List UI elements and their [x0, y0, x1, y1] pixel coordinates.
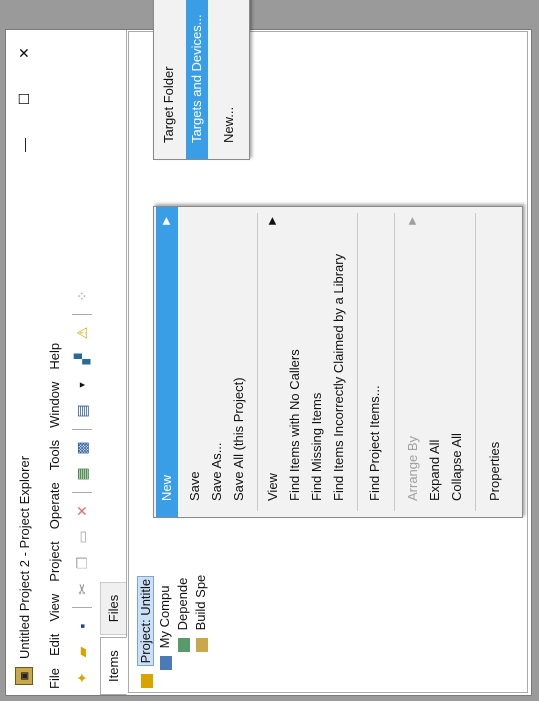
toolbar-separator — [72, 607, 92, 608]
minimize-button[interactable]: — — [16, 122, 32, 168]
context-menu: New ▶ Save Save As... Save All (this Pro… — [153, 206, 523, 518]
menu-window[interactable]: Window — [47, 376, 62, 434]
tree-item-label: Project: Untitle — [137, 575, 154, 667]
toolbar: ✦ ▰ ▪ ✂ ❐ ▭ ✕ ▦ ▩ ▤ ▼ ▞ ⚠ ⁘ — [68, 30, 96, 695]
menu-item-label: Arrange By — [405, 435, 420, 501]
rotated-screen: ▣ Untitled Project 2 - Project Explorer … — [0, 0, 539, 701]
title-bar: ▣ Untitled Project 2 - Project Explorer … — [6, 30, 42, 695]
menu-separator — [357, 213, 358, 511]
view-options-icon[interactable]: ▤ — [71, 400, 93, 422]
tree-item-computer[interactable]: My Compu — [156, 586, 174, 670]
close-button[interactable]: ✕ — [16, 30, 33, 76]
menu-item-save-all[interactable]: Save All (this Project) — [228, 207, 250, 517]
menu-item-find-project-items[interactable]: Find Project Items... — [364, 207, 386, 517]
paste-icon[interactable]: ▭ — [71, 526, 93, 548]
window-title: Untitled Project 2 - Project Explorer — [16, 455, 32, 659]
menu-item-new[interactable]: New ▶ — [156, 207, 178, 517]
menu-operate[interactable]: Operate — [47, 476, 62, 535]
menu-item-properties[interactable]: Properties — [484, 207, 506, 517]
submenu-item-targets-devices[interactable]: Targets and Devices... — [186, 0, 208, 159]
build-icon[interactable]: ▦ — [71, 463, 93, 485]
save-icon[interactable]: ▪ — [71, 615, 93, 637]
dropdown-arrow-icon[interactable]: ▼ — [71, 374, 93, 396]
menu-item-find-incorrect[interactable]: Find Items Incorrectly Claimed by a Libr… — [328, 207, 350, 517]
menu-file[interactable]: File — [47, 662, 62, 695]
maximize-button[interactable]: ☐ — [16, 76, 33, 122]
submenu-item-new[interactable]: New... — [218, 0, 240, 159]
hierarchy-icon[interactable]: ▞ — [71, 348, 93, 370]
toolbar-separator — [72, 429, 92, 430]
new-submenu: Target Folder Targets and Devices... New… — [153, 0, 250, 160]
tree-item-label: My Compu — [157, 585, 172, 649]
menu-view[interactable]: View — [47, 588, 62, 628]
toolbar-separator — [72, 492, 92, 493]
menu-item-find-missing[interactable]: Find Missing Items — [306, 207, 328, 517]
submenu-arrow-icon: ▶ — [161, 217, 172, 225]
menu-tools[interactable]: Tools — [47, 434, 62, 476]
new-icon[interactable]: ✦ — [71, 667, 93, 689]
submenu-item-target-folder[interactable]: Target Folder — [158, 0, 180, 159]
tree-item-project[interactable]: Project: Untitle — [137, 575, 155, 688]
dependencies-icon — [177, 638, 190, 652]
menu-item-collapse-all[interactable]: Collapse All — [446, 207, 468, 517]
menu-bar: File Edit View Project Operate Tools Win… — [42, 30, 66, 695]
menu-project[interactable]: Project — [47, 535, 62, 587]
menu-help[interactable]: Help — [47, 337, 62, 376]
menu-separator — [394, 213, 395, 511]
open-folder-icon[interactable]: ▰ — [71, 641, 93, 663]
submenu-arrow-icon: ▶ — [267, 217, 278, 225]
tab-strip: Items Files — [100, 30, 127, 695]
tree-item-dependencies[interactable]: Depende — [174, 578, 192, 652]
warning-icon[interactable]: ⚠ — [71, 322, 93, 344]
menu-edit[interactable]: Edit — [47, 628, 62, 662]
submenu-arrow-icon: ▶ — [407, 217, 418, 225]
grid-icon[interactable]: ⁘ — [71, 285, 93, 307]
tab-files[interactable]: Files — [100, 581, 126, 636]
build-spec-icon — [195, 638, 208, 652]
menu-item-expand-all[interactable]: Expand All — [424, 207, 446, 517]
tree-item-build[interactable]: Build Spe — [192, 575, 210, 652]
menu-separator — [475, 213, 476, 511]
menu-item-view[interactable]: View ▶ — [262, 207, 284, 517]
menu-item-label: View — [265, 473, 280, 501]
cut-icon[interactable]: ✂ — [71, 578, 93, 600]
copy-icon[interactable]: ❐ — [71, 552, 93, 574]
toolbar-separator — [72, 314, 92, 315]
menu-item-save[interactable]: Save — [184, 207, 206, 517]
tab-items[interactable]: Items — [100, 637, 127, 695]
computer-icon — [159, 656, 172, 670]
menu-item-label: New — [159, 474, 174, 501]
menu-item-find-no-callers[interactable]: Find Items with No Callers — [284, 207, 306, 517]
menu-item-arrange-by: Arrange By ▶ — [402, 207, 424, 517]
project-icon — [140, 674, 153, 688]
menu-separator — [257, 213, 258, 511]
tree-item-label: Depende — [175, 577, 190, 631]
app-icon: ▣ — [15, 667, 33, 685]
menu-item-save-as[interactable]: Save As... — [206, 207, 228, 517]
tree-item-label: Build Spe — [193, 574, 208, 631]
deploy-icon[interactable]: ▩ — [71, 437, 93, 459]
delete-icon[interactable]: ✕ — [71, 500, 93, 522]
